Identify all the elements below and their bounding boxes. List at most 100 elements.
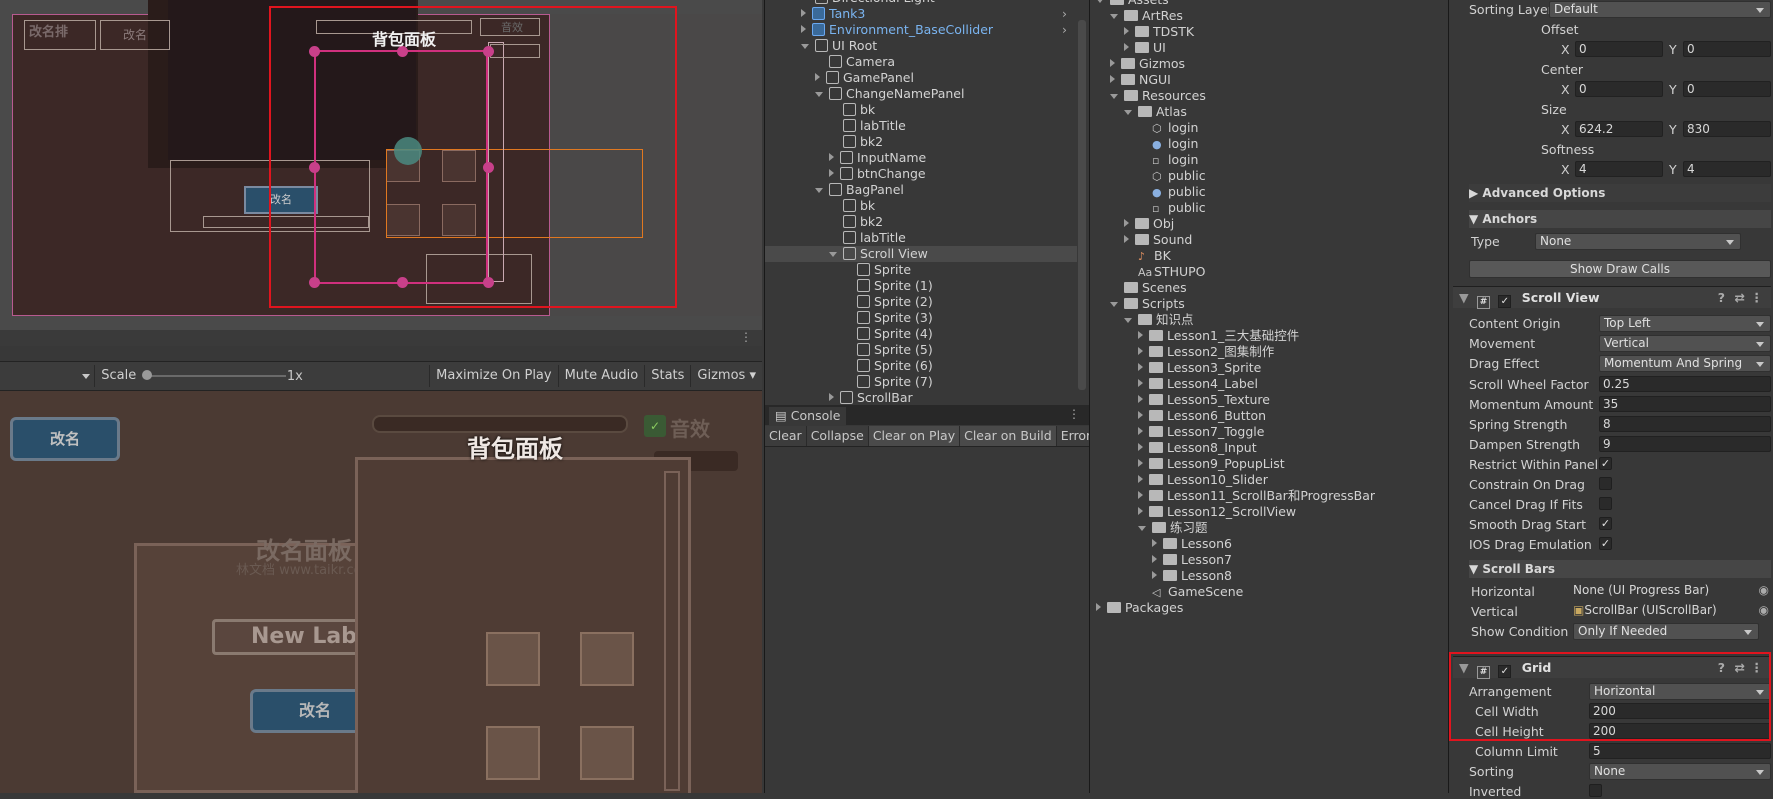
hierarchy-item[interactable]: Sprite (5) — [765, 342, 1077, 358]
project-item[interactable]: ⬡ login — [1090, 120, 1198, 136]
more-icon[interactable]: ⋮ — [1068, 407, 1080, 421]
project-item[interactable]: Sound — [1090, 232, 1192, 248]
softness-x-field[interactable]: 4 — [1575, 161, 1663, 177]
project-item[interactable]: NGUI — [1090, 72, 1171, 88]
project-item[interactable]: Lesson12_ScrollView — [1090, 504, 1296, 520]
inverted-checkbox[interactable] — [1589, 784, 1602, 797]
display-dropdown[interactable] — [0, 365, 94, 387]
scroll-bars-foldout[interactable]: ▼ Scroll Bars — [1469, 560, 1771, 578]
scene-top-button[interactable]: 改名 — [100, 20, 170, 50]
bag-slot[interactable] — [486, 726, 540, 780]
collapse-button[interactable]: Collapse — [807, 426, 869, 446]
checkmark-icon[interactable]: ✓ — [644, 415, 666, 437]
chevron-down-icon[interactable] — [1138, 526, 1146, 531]
chevron-right-icon[interactable] — [801, 25, 806, 33]
hierarchy-item[interactable]: Camera — [765, 54, 1077, 70]
hierarchy-item[interactable]: Sprite (6) — [765, 358, 1077, 374]
chevron-right-icon[interactable] — [1110, 59, 1115, 67]
project-item[interactable]: ◁ GameScene — [1090, 584, 1243, 600]
more-icon[interactable]: ⋮ — [1751, 287, 1764, 309]
clear-on-build-button[interactable]: Clear on Build — [960, 426, 1057, 446]
hierarchy-item[interactable]: bk — [765, 102, 1077, 118]
chevron-right-icon[interactable] — [1152, 555, 1157, 563]
project-item[interactable]: Lesson2_图集制作 — [1090, 344, 1274, 360]
bag-slot[interactable] — [580, 632, 634, 686]
scale-slider-thumb[interactable] — [142, 370, 153, 380]
hierarchy-item[interactable]: Sprite (2) — [765, 294, 1077, 310]
bag-slot[interactable] — [580, 726, 634, 780]
preset-icon[interactable]: ⇄ — [1735, 287, 1745, 309]
open-prefab-icon[interactable]: › — [1062, 6, 1067, 22]
show-draw-calls-button[interactable]: Show Draw Calls — [1469, 260, 1771, 278]
scroll-view-component-header[interactable]: ▼ # ✓ Scroll View ? ⇄ ⋮ — [1453, 286, 1771, 309]
project-item[interactable]: Lesson11_ScrollBar和ProgressBar — [1090, 488, 1375, 504]
chevron-down-icon[interactable] — [801, 44, 809, 49]
momentum-amount-field[interactable]: 35 — [1599, 396, 1771, 412]
chevron-right-icon[interactable] — [1138, 331, 1143, 339]
hierarchy-item[interactable]: Tank3 › — [765, 6, 1077, 22]
mute-audio-button[interactable]: Mute Audio — [557, 365, 645, 387]
project-item[interactable]: Obj — [1090, 216, 1174, 232]
chevron-right-icon[interactable] — [1138, 427, 1143, 435]
stats-button[interactable]: Stats — [644, 365, 690, 387]
chevron-right-icon[interactable] — [829, 153, 834, 161]
project-item[interactable]: Scripts — [1090, 296, 1185, 312]
hierarchy-item[interactable]: btnChange — [765, 166, 1077, 182]
project-item[interactable]: Scenes — [1090, 280, 1187, 296]
project-item[interactable]: Lesson1_三大基础控件 — [1090, 328, 1299, 344]
hierarchy-scrollbar[interactable] — [1078, 20, 1086, 390]
chevron-down-icon[interactable] — [1110, 302, 1118, 307]
chevron-right-icon[interactable] — [1138, 507, 1143, 515]
bag-slot[interactable] — [486, 632, 540, 686]
hierarchy-item[interactable]: UI Root — [765, 38, 1077, 54]
size-y-field[interactable]: 830 — [1683, 121, 1771, 137]
project-item[interactable]: ♪ BK — [1090, 248, 1171, 264]
project-item[interactable]: Packages — [1090, 600, 1183, 616]
chevron-right-icon[interactable] — [815, 73, 820, 81]
scale-slider[interactable] — [142, 365, 287, 387]
hierarchy-item[interactable]: ScrollBar — [765, 390, 1077, 406]
rename-button[interactable]: 改名 — [10, 417, 120, 461]
project-item[interactable]: Aa STHUPO — [1090, 264, 1206, 280]
hierarchy-item[interactable]: GamePanel — [765, 70, 1077, 86]
chevron-down-icon[interactable] — [1124, 110, 1132, 115]
project-item[interactable]: ● login — [1090, 136, 1198, 152]
project-item[interactable]: ▫ public — [1090, 200, 1206, 216]
cancel-drag-checkbox[interactable] — [1599, 497, 1612, 510]
offset-y-field[interactable]: 0 — [1683, 41, 1771, 57]
project-item[interactable]: Lesson6_Button — [1090, 408, 1266, 424]
chevron-down-icon[interactable] — [1096, 0, 1104, 3]
project-item[interactable]: Gizmos — [1090, 56, 1185, 72]
help-icon[interactable]: ? — [1718, 287, 1725, 309]
chevron-right-icon[interactable] — [1138, 395, 1143, 403]
vertical-scrollbar-field[interactable]: ▣ScrollBar (UIScrollBar) ◉ — [1573, 603, 1771, 619]
chevron-right-icon[interactable] — [829, 393, 834, 401]
project-item[interactable]: UI — [1090, 40, 1166, 56]
chevron-right-icon[interactable] — [1138, 443, 1143, 451]
constrain-on-drag-checkbox[interactable] — [1599, 477, 1612, 490]
project-item[interactable]: 知识点 — [1090, 312, 1194, 328]
column-limit-field[interactable]: 5 — [1589, 743, 1771, 759]
project-item[interactable]: Resources — [1090, 88, 1206, 104]
project-item[interactable]: Lesson9_PopupList — [1090, 456, 1285, 472]
center-y-field[interactable]: 0 — [1683, 81, 1771, 97]
hierarchy-item[interactable]: bk2 — [765, 134, 1077, 150]
chevron-down-icon[interactable] — [1110, 94, 1118, 99]
anchors-foldout[interactable]: ▼ Anchors — [1469, 210, 1771, 228]
tab-console[interactable]: ▤ Console — [769, 407, 847, 425]
content-origin-dropdown[interactable]: Top Left — [1599, 315, 1771, 332]
chevron-down-icon[interactable] — [815, 92, 823, 97]
project-item[interactable]: Atlas — [1090, 104, 1187, 120]
hierarchy-item[interactable]: labTitle — [765, 230, 1077, 246]
scene-view[interactable]: 改名排 改名 音效 改名 背包面板 ⋮ — [0, 0, 762, 346]
chevron-down-icon[interactable] — [829, 252, 837, 257]
advanced-options-foldout[interactable]: ▶ Advanced Options — [1469, 184, 1771, 202]
drag-effect-dropdown[interactable]: Momentum And Spring — [1599, 355, 1771, 372]
target-icon[interactable]: ◉ — [1759, 583, 1769, 597]
chevron-right-icon[interactable] — [1110, 75, 1115, 83]
maximize-on-play-button[interactable]: Maximize On Play — [429, 365, 557, 387]
gizmos-button[interactable]: Gizmos ▾ — [690, 365, 762, 387]
hierarchy-item[interactable]: Scroll View — [765, 246, 1077, 262]
project-item[interactable]: Lesson8_Input — [1090, 440, 1257, 456]
hierarchy-item[interactable]: Sprite (1) — [765, 278, 1077, 294]
